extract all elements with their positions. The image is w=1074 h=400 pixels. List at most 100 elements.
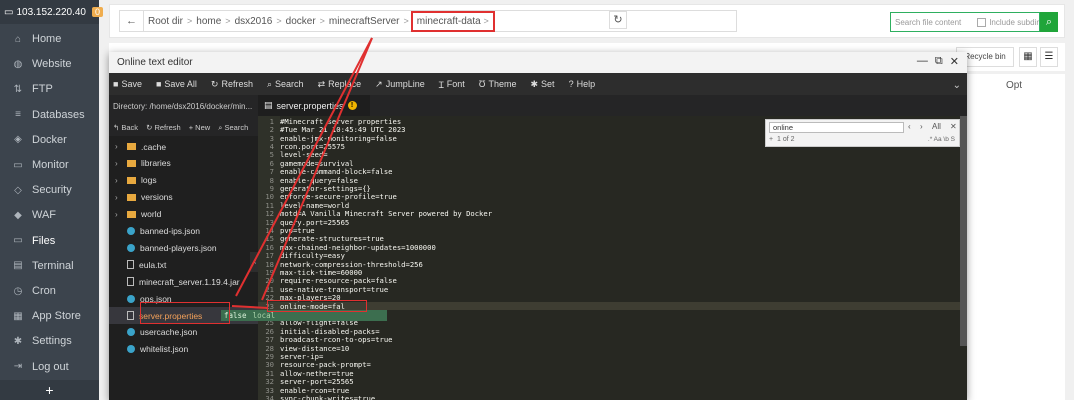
sidebar-item-label: App Store <box>32 310 81 323</box>
sidebar-item-databases[interactable]: ≡ Databases <box>0 103 99 127</box>
code-line: 27 broadcast-rcon-to-ops=true <box>258 335 964 344</box>
refresh-icon[interactable]: ↻ <box>609 11 627 29</box>
sidebar-item-security[interactable]: ◇ Security <box>0 178 99 202</box>
menu-label: Replace <box>328 79 362 89</box>
code-line: 32 server-port=25565 <box>258 377 964 386</box>
file-name: world <box>141 209 162 220</box>
file-tree-item[interactable]: › world <box>109 206 258 223</box>
file-tree-item[interactable]: eula.txt <box>109 256 258 273</box>
menu-jumpline[interactable]: ↗ JumpLine <box>375 79 425 90</box>
file-tree-item[interactable]: minecraft_server.1.19.4.jar <box>109 273 258 290</box>
code-line: 16 max-chained-neighbor-updates=1000000 <box>258 243 964 252</box>
sidebar-item-waf[interactable]: ◆ WAF <box>0 203 99 227</box>
search-button[interactable]: ⌕ <box>1040 12 1058 32</box>
file-tree-item[interactable]: banned-players.json <box>109 239 258 256</box>
breadcrumb-item[interactable]: Root dir <box>144 16 187 27</box>
sidebar-item-monitor[interactable]: ▭ Monitor <box>0 153 99 177</box>
chevron-right-icon: › <box>115 142 118 151</box>
sidebar-item-label: FTP <box>32 83 53 96</box>
database-icon: ≡ <box>15 109 21 121</box>
find-all-button[interactable]: All <box>932 122 941 131</box>
breadcrumb-item[interactable]: dsx2016 <box>231 16 277 27</box>
file-tree-item[interactable]: › versions <box>109 189 258 206</box>
sidebar-item-settings[interactable]: ✱ Settings <box>0 329 99 353</box>
file-name: versions <box>141 192 173 203</box>
jumpline-icon: ↗ <box>375 78 383 89</box>
find-options[interactable]: .* Aa \b S <box>928 136 955 143</box>
tree-new-button[interactable]: + New <box>189 123 210 132</box>
sidebar-item-docker[interactable]: ◈ Docker <box>0 128 99 152</box>
sidebar-item-app-store[interactable]: ▦ App Store <box>0 304 99 328</box>
file-name: libraries <box>141 158 171 169</box>
breadcrumb-item[interactable]: home <box>192 16 225 27</box>
file-name: minecraft_server.1.19.4.jar <box>139 276 240 287</box>
menu-save-all[interactable]: ■ Save All <box>156 79 197 89</box>
find-close-icon[interactable]: ✕ <box>950 122 957 131</box>
sidebar-item-cron[interactable]: ◷ Cron <box>0 279 99 303</box>
file-tree: Directory: /home/dsx2016/docker/min... ↰… <box>109 95 258 400</box>
breadcrumb-item[interactable]: docker <box>282 16 320 27</box>
sidebar-item-log-out[interactable]: ⇥ Log out <box>0 355 99 379</box>
line-number: 34 <box>265 393 274 400</box>
sidebar-item-ftp[interactable]: ⇅ FTP <box>0 77 99 101</box>
tree-actions: ↰ Back ↻ Refresh + New ⌕ Search <box>109 119 258 136</box>
file-tree-item[interactable]: whitelist.json <box>109 341 258 358</box>
sidebar-item-home[interactable]: ⌂ Home <box>0 27 99 51</box>
back-arrow-icon[interactable]: ← <box>120 11 144 31</box>
file-tree-item[interactable]: usercache.json <box>109 324 258 341</box>
tree-search-button[interactable]: ⌕ Search <box>218 123 248 133</box>
find-next-icon[interactable]: › <box>920 122 923 131</box>
breadcrumb-current-label: minecraft-data <box>416 15 481 27</box>
find-input[interactable]: online <box>769 122 904 133</box>
gear-icon: ✱ <box>530 78 539 89</box>
code-area[interactable]: 1 #Minecraft server properties 2 #Tue Mar 2… <box>258 116 964 400</box>
sidebar-item-files[interactable]: ▭ Files <box>0 229 99 253</box>
sidebar-item-label: Databases <box>32 108 85 121</box>
file-search-input[interactable]: Search file content Include subdir <box>890 12 1040 32</box>
file-tree-item[interactable]: banned-ips.json <box>109 223 258 240</box>
close-icon[interactable]: ✕ <box>950 55 959 68</box>
menu-label: Save <box>121 79 142 89</box>
tab-server-properties[interactable]: ▤ server.properties ! <box>258 95 370 116</box>
menu-set[interactable]: ✱ Set <box>531 79 555 90</box>
file-tree-item[interactable]: › logs <box>109 172 258 189</box>
editor-scrollbar[interactable] <box>960 116 967 346</box>
file-tree-item[interactable]: › libraries <box>109 155 258 172</box>
code-line: 7 enable-command-block=false <box>258 167 964 176</box>
tree-back-button[interactable]: ↰ Back <box>113 123 138 132</box>
include-subdir-checkbox[interactable] <box>977 17 987 27</box>
server-header[interactable]: ▭ 103.152.220.40 0 <box>0 0 103 24</box>
breadcrumb-item-current[interactable]: minecraft-data > <box>410 10 495 32</box>
menu-font[interactable]: Ɪ Font <box>439 78 465 91</box>
json-file-icon <box>127 328 135 337</box>
chevron-down-icon[interactable]: ⌄ <box>953 80 961 91</box>
grid-view-icon[interactable]: ▦ <box>1019 47 1037 67</box>
tree-refresh-button[interactable]: ↻ Refresh <box>146 123 181 132</box>
file-tree-item[interactable]: › .cache <box>109 138 258 155</box>
sidebar-item-label: Monitor <box>32 159 69 171</box>
file-name: usercache.json <box>140 327 198 338</box>
ftp-icon: ⇅ <box>13 83 23 95</box>
find-prev-icon[interactable]: ‹ <box>908 122 911 131</box>
menu-help[interactable]: ? Help <box>569 79 596 89</box>
list-view-icon[interactable]: ☰ <box>1040 47 1058 67</box>
code-line: 21 use-native-transport=true <box>258 285 964 294</box>
editor-tabs: ▤ server.properties ! <box>258 95 967 116</box>
sidebar-item-website[interactable]: ◍ Website <box>0 52 99 76</box>
replace-toggle-icon[interactable]: + <box>769 136 773 143</box>
maximize-icon[interactable]: ⧉ <box>935 55 943 68</box>
menu-replace[interactable]: ⇄ Replace <box>318 79 362 90</box>
menu-search[interactable]: ⌕ Search <box>267 79 304 90</box>
menu-save[interactable]: ■ Save <box>113 79 142 89</box>
minimize-icon[interactable]: — <box>917 55 928 68</box>
folder-icon <box>127 193 136 201</box>
add-button[interactable]: + <box>0 380 99 400</box>
sidebar-item-terminal[interactable]: ▤ Terminal <box>0 254 99 278</box>
logout-icon: ⇥ <box>13 361 23 373</box>
breadcrumb-item[interactable]: minecraftServer <box>325 16 404 27</box>
menu-theme[interactable]: Ʊ Theme <box>479 79 517 89</box>
sidebar-item-label: Files <box>32 234 56 247</box>
sidebar-item-label: Log out <box>32 360 69 373</box>
terminal-icon: ▤ <box>13 260 23 272</box>
menu-refresh[interactable]: ↻ Refresh <box>211 79 253 90</box>
